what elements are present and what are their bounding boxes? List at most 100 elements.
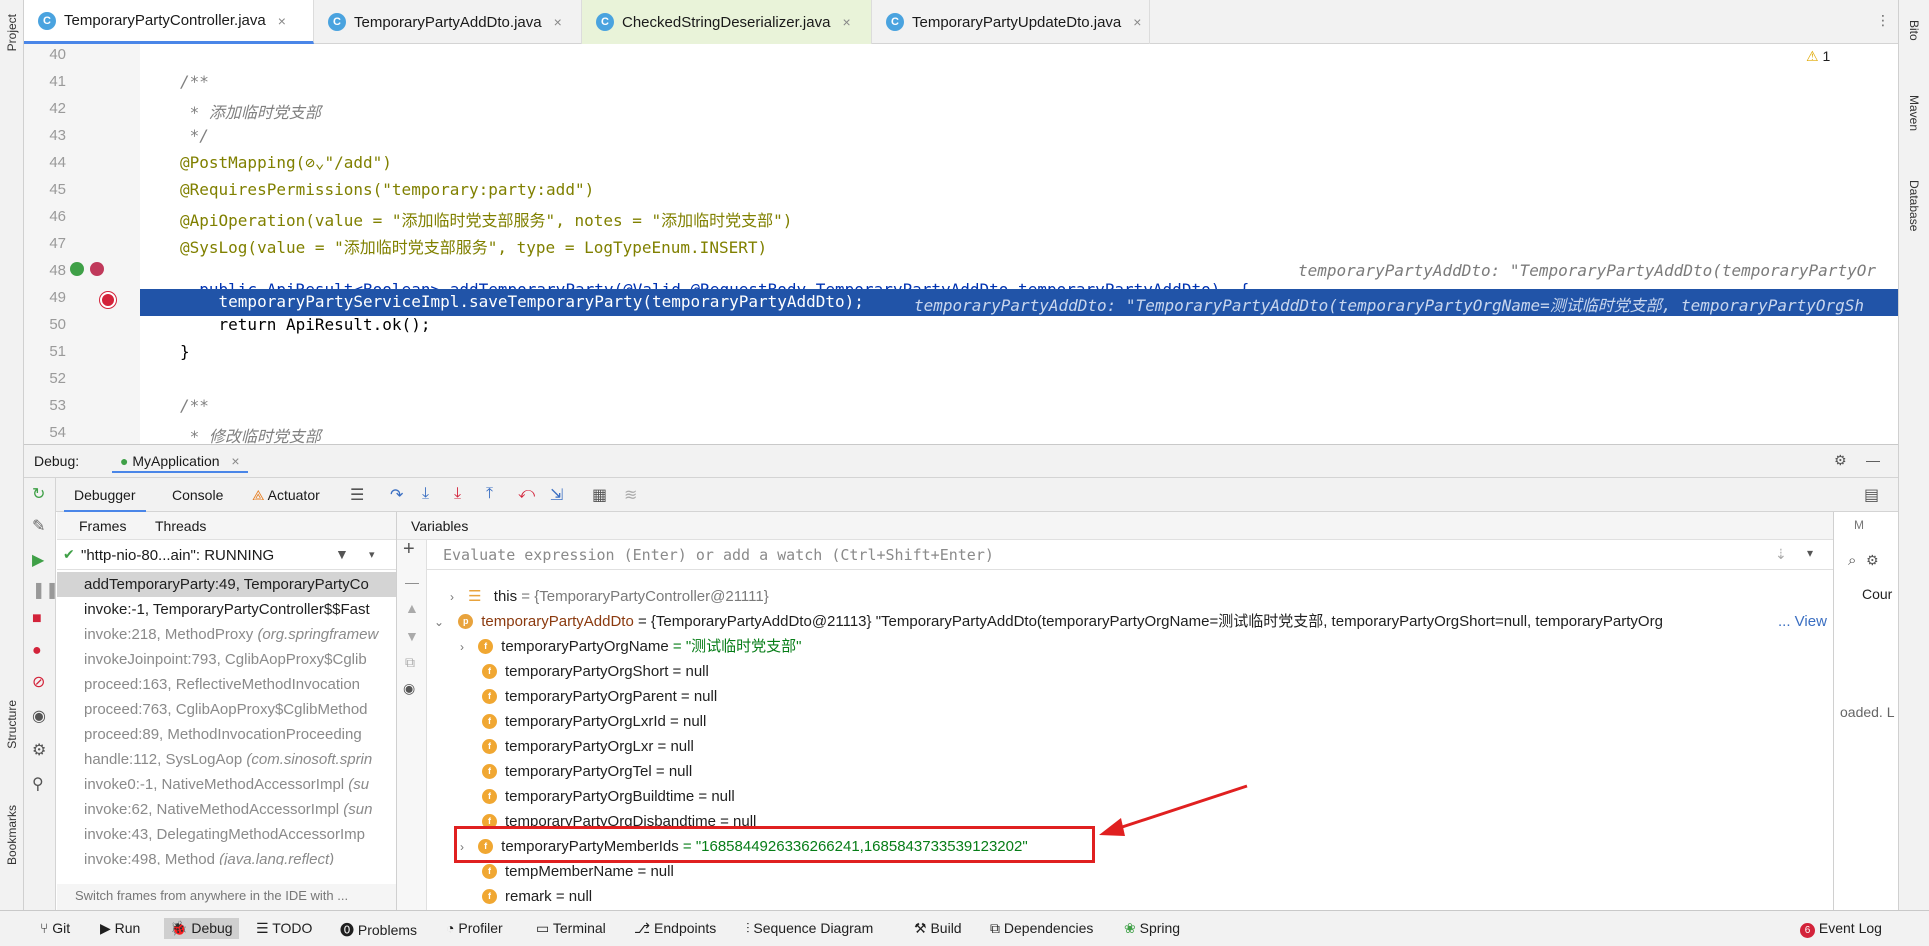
tab-checked-string-deserializer[interactable]: C CheckedStringDeserializer.java ×	[582, 0, 872, 44]
run-config-tab[interactable]: ● MyApplication ×	[112, 451, 248, 473]
database-tool-button[interactable]: Database	[1907, 180, 1921, 231]
stack-frame[interactable]: addTemporaryParty:49, TemporaryPartyCo	[57, 572, 396, 597]
tab-list-chevron-icon[interactable]: ⋮	[1876, 12, 1890, 29]
view-options-icon[interactable]: ◉	[403, 680, 415, 697]
stack-frame[interactable]: invoke:43, DelegatingMethodAccessorImp	[57, 822, 396, 847]
move-down-icon[interactable]: ▼	[405, 628, 419, 644]
resume-icon[interactable]: ▶	[32, 550, 44, 570]
mute-breakpoints-icon[interactable]: ⊘	[32, 672, 45, 692]
add-watch-icon[interactable]: ⇣	[1775, 546, 1787, 563]
variable-row[interactable]: f temporaryPartyOrgLxrId = null	[482, 709, 706, 734]
tab-temporary-party-update-dto[interactable]: C TemporaryPartyUpdateDto.java ×	[872, 0, 1150, 44]
structure-tool-button[interactable]: Structure	[5, 700, 19, 749]
rerun-icon[interactable]: ↻	[32, 484, 45, 504]
chevron-right-icon[interactable]: ›	[450, 590, 454, 604]
profiler-tool-button[interactable]: ◔ Profiler	[446, 920, 503, 936]
variable-row[interactable]: f remark = null	[482, 884, 592, 906]
stack-frame[interactable]: invoke0:-1, NativeMethodAccessorImpl (su	[57, 772, 396, 797]
todo-tool-button[interactable]: ☰ TODO	[256, 920, 312, 937]
view-link[interactable]: ... View	[1778, 609, 1827, 634]
menu-icon[interactable]: ☰	[350, 485, 364, 505]
tab-actuator[interactable]: ⟁ Actuator	[252, 487, 320, 504]
pause-icon[interactable]: ❚❚	[32, 580, 59, 600]
run-gutter-icon[interactable]	[70, 262, 84, 276]
build-tool-button[interactable]: ⚒ Build	[914, 920, 962, 937]
chevron-down-icon[interactable]: ▾	[369, 548, 375, 561]
pin-icon[interactable]: ⚲	[32, 774, 44, 794]
stack-frame[interactable]: proceed:763, CglibAopProxy$CglibMethod	[57, 697, 396, 722]
variable-row[interactable]: f temporaryPartyOrgTel = null	[482, 759, 692, 784]
variable-row[interactable]: f temporaryPartyOrgLxr = null	[482, 734, 694, 759]
chevron-down-icon[interactable]: ⌄	[434, 615, 444, 629]
breakpoint-icon[interactable]	[100, 292, 116, 308]
tab-frames[interactable]: Frames	[79, 518, 126, 534]
stack-frame[interactable]: invoke:218, MethodProxy (org.springframe…	[57, 622, 396, 647]
tab-temporary-party-controller[interactable]: C TemporaryPartyController.java ×	[24, 0, 314, 44]
filter-icon[interactable]: ▼	[335, 546, 349, 562]
stack-frame[interactable]: proceed:89, MethodInvocationProceeding	[57, 722, 396, 747]
tab-console[interactable]: Console	[172, 487, 223, 503]
settings-icon[interactable]: ⚙	[1834, 452, 1847, 469]
drop-frame-icon[interactable]: ⤺	[518, 485, 535, 503]
variable-row[interactable]: › f temporaryPartyOrgName = "测试临时党支部"	[460, 634, 801, 659]
chevron-down-icon[interactable]: ▾	[1807, 546, 1813, 560]
settings-icon[interactable]: ⚙	[1866, 552, 1879, 569]
warning-indicator[interactable]: ⚠ 1	[1806, 48, 1830, 65]
remove-watch-icon[interactable]: —	[405, 574, 419, 590]
move-up-icon[interactable]: ▲	[405, 600, 419, 616]
run-tool-button[interactable]: ▶ Run	[100, 920, 140, 937]
stack-frame[interactable]: invoke:-1, TemporaryPartyController$$Fas…	[57, 597, 396, 622]
force-step-into-icon[interactable]: ⤓	[454, 485, 461, 503]
project-tool-button[interactable]: Project	[5, 14, 19, 51]
problems-tool-button[interactable]: ⓿ Problems	[340, 920, 417, 940]
variable-row[interactable]: f temporaryPartyOrgBuildtime = null	[482, 784, 735, 809]
variable-row[interactable]: f temporaryPartyOrgParent = null	[482, 684, 717, 709]
close-icon[interactable]: ×	[231, 453, 239, 469]
close-icon[interactable]: ×	[278, 13, 286, 29]
close-icon[interactable]: ×	[842, 14, 850, 30]
stack-frame[interactable]: invoke:498, Method (java.lang.reflect)	[57, 847, 396, 865]
modify-run-config-icon[interactable]: ✎	[32, 516, 45, 536]
thread-selector[interactable]: ✔ "http-nio-80...ain": RUNNING ▼ ▾	[57, 542, 396, 570]
chevron-right-icon[interactable]: ›	[460, 640, 464, 654]
duplicate-icon[interactable]: ⧉	[405, 654, 415, 671]
tab-threads[interactable]: Threads	[155, 518, 206, 534]
hide-icon[interactable]: —	[1866, 452, 1880, 468]
close-icon[interactable]: ×	[1133, 14, 1141, 30]
git-tool-button[interactable]: ⑂ Git	[40, 920, 70, 936]
layout-icon[interactable]: ▤	[1864, 485, 1879, 505]
debug-tool-button[interactable]: 🐞 Debug	[164, 918, 239, 939]
variable-row[interactable]: › ☰ this = {TemporaryPartyController@211…	[450, 584, 769, 609]
step-over-icon[interactable]: ↷	[390, 485, 403, 505]
tab-temporary-party-add-dto[interactable]: C TemporaryPartyAddDto.java ×	[314, 0, 582, 44]
maven-tool-button[interactable]: Maven	[1907, 95, 1921, 131]
tab-debugger[interactable]: Debugger	[64, 480, 146, 513]
watch-expression-input[interactable]: Evaluate expression (Enter) or add a wat…	[427, 540, 1833, 570]
sequence-diagram-tool-button[interactable]: ⫶ Sequence Diagram	[746, 920, 873, 937]
stack-frame[interactable]: invokeJoinpoint:793, CglibAopProxy$Cglib	[57, 647, 396, 672]
endpoints-tool-button[interactable]: ⎇ Endpoints	[634, 920, 716, 937]
terminal-tool-button[interactable]: ▭ Terminal	[536, 920, 606, 937]
settings-icon[interactable]: ⚙	[32, 740, 46, 760]
new-watch-icon[interactable]: +	[403, 538, 415, 561]
stack-frame[interactable]: handle:112, SysLogAop (com.sinosoft.spri…	[57, 747, 396, 772]
camera-icon[interactable]: ◉	[32, 706, 46, 726]
event-log-tool-button[interactable]: 6 Event Log	[1800, 920, 1882, 938]
bito-tool-button[interactable]: Bito	[1907, 20, 1921, 41]
stop-icon[interactable]: ■	[32, 610, 42, 628]
variable-row[interactable]: f temporaryPartyOrgShort = null	[482, 659, 709, 684]
spring-tool-button[interactable]: ❀ Spring	[1124, 920, 1180, 937]
stack-frame[interactable]: proceed:163, ReflectiveMethodInvocation	[57, 672, 396, 697]
stack-frame[interactable]: invoke:62, NativeMethodAccessorImpl (sun	[57, 797, 396, 822]
step-into-icon[interactable]: ⤓	[422, 485, 429, 503]
view-breakpoints-icon[interactable]: ●	[32, 642, 42, 660]
trace-icon[interactable]: ≋	[624, 485, 637, 505]
variable-row[interactable]: ⌄ p temporaryPartyAddDto = {TemporaryPart…	[434, 609, 1798, 634]
bookmarks-tool-button[interactable]: Bookmarks	[5, 805, 19, 865]
dependencies-tool-button[interactable]: ⧉ Dependencies	[990, 920, 1093, 937]
search-icon[interactable]: ⌕	[1848, 552, 1856, 569]
mapping-gutter-icon[interactable]	[90, 262, 104, 276]
evaluate-expression-icon[interactable]: ▦	[592, 485, 607, 505]
step-out-icon[interactable]: ⤒	[486, 485, 493, 503]
close-icon[interactable]: ×	[554, 14, 562, 30]
